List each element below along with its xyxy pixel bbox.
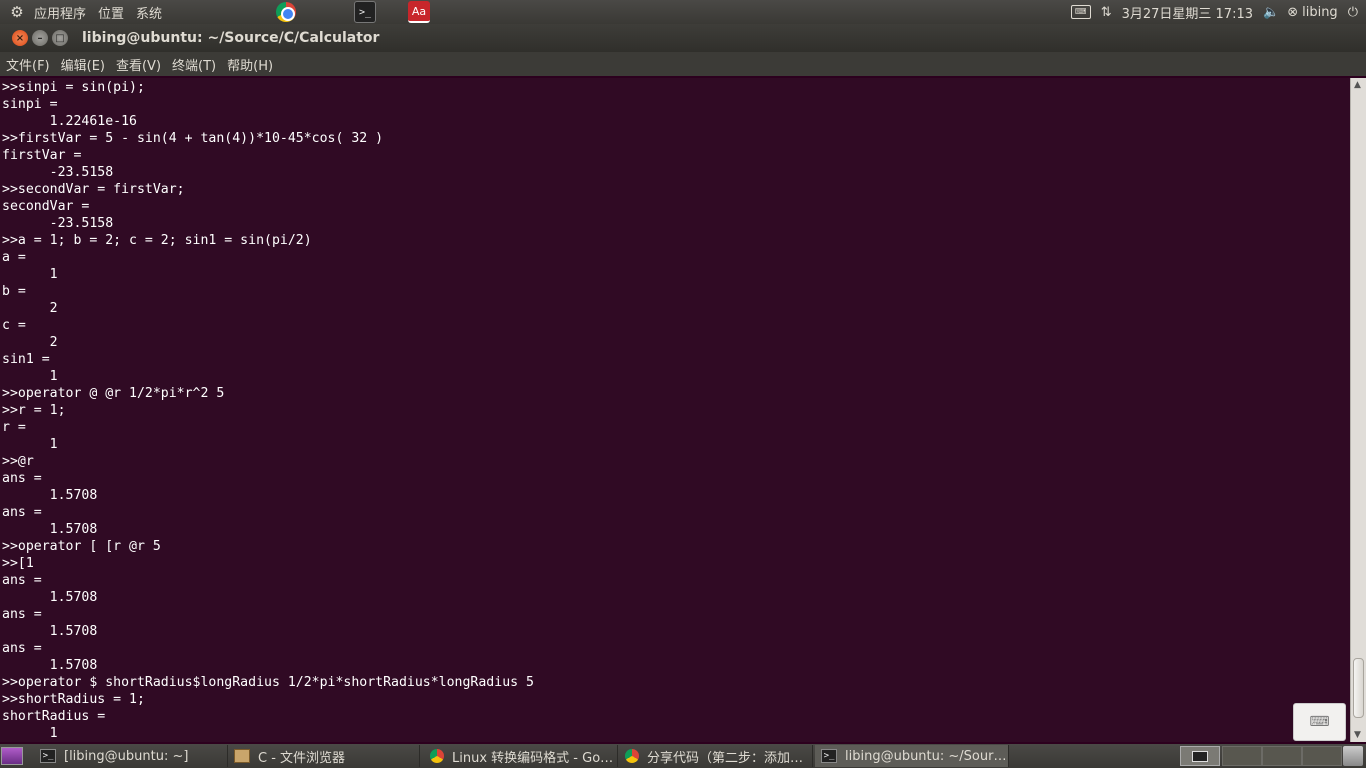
power-icon[interactable]: ⏻ bbox=[1348, 5, 1358, 20]
terminal-line: >>a = 1; b = 2; c = 2; sin1 = sin(pi/2) bbox=[2, 233, 312, 248]
network-icon[interactable]: ⇅ bbox=[1101, 5, 1112, 20]
taskbar-item-label: Linux 转换编码格式 - Go… bbox=[452, 750, 614, 766]
terminal-line: ans = bbox=[2, 471, 42, 486]
trash-icon[interactable] bbox=[1343, 746, 1363, 766]
menu-applications[interactable]: 应用程序 bbox=[28, 3, 92, 22]
terminal-line: firstVar = bbox=[2, 148, 82, 163]
menu-view[interactable]: 查看(V) bbox=[111, 55, 166, 74]
menu-file[interactable]: 文件(F) bbox=[1, 55, 55, 74]
terminal-line: >>@r bbox=[2, 454, 34, 469]
terminal-line: >>[1 bbox=[2, 556, 34, 571]
terminal-line: a = bbox=[2, 250, 26, 265]
terminal-line: ans = bbox=[2, 573, 42, 588]
workspace-slot[interactable] bbox=[1222, 746, 1262, 766]
terminal-line: ans = bbox=[2, 505, 42, 520]
taskbar-item-label: libing@ubuntu: ~/Sour… bbox=[845, 748, 1007, 764]
bottom-panel: >_ [libing@ubuntu: ~] C - 文件浏览器 Linux 转换编码格… bbox=[0, 744, 1366, 768]
terminal-line: b = bbox=[2, 284, 26, 299]
terminal-line: 2 bbox=[2, 335, 58, 350]
terminal-scrollbar[interactable]: ▲ ▼ bbox=[1350, 78, 1366, 742]
close-window-button[interactable]: × bbox=[12, 30, 28, 46]
menu-system[interactable]: 系统 bbox=[130, 3, 168, 22]
ubuntu-logo-icon[interactable]: ⚙ bbox=[6, 1, 28, 23]
chrome-launcher-icon[interactable] bbox=[275, 1, 297, 23]
workspace-switcher[interactable] bbox=[1180, 746, 1220, 766]
volume-icon[interactable]: 🔈 bbox=[1263, 5, 1279, 20]
terminal-line: >>r = 1; bbox=[2, 403, 66, 418]
minimize-window-button[interactable]: – bbox=[32, 30, 48, 46]
terminal-line: 1.5708 bbox=[2, 522, 98, 537]
terminal-line: 1 bbox=[2, 267, 58, 282]
scroll-up-arrow-icon[interactable]: ▲ bbox=[1354, 80, 1361, 90]
terminal-line: 1.5708 bbox=[2, 624, 98, 639]
terminal-line: ans = bbox=[2, 641, 42, 656]
top-panel: ⚙ 应用程序 位置 系统 >_ Aa ⌨ ⇅ 3月27日星期三 17:13 🔈 … bbox=[0, 0, 1366, 24]
menu-edit[interactable]: 编辑(E) bbox=[56, 55, 110, 74]
dictionary-launcher-icon[interactable]: Aa bbox=[408, 1, 430, 23]
terminal-line: r = bbox=[2, 420, 26, 435]
terminal-line: >>shortRadius = 1; bbox=[2, 692, 145, 707]
terminal-line: -23.5158 bbox=[2, 216, 114, 231]
terminal-line: >>secondVar = firstVar; bbox=[2, 182, 185, 197]
terminal-line: >>firstVar = 5 - sin(4 + tan(4))*10-45*c… bbox=[2, 131, 384, 146]
menu-help[interactable]: 帮助(H) bbox=[222, 55, 278, 74]
onscreen-keyboard-icon[interactable]: ⌨ bbox=[1293, 703, 1346, 741]
clock[interactable]: 3月27日星期三 17:13 bbox=[1122, 3, 1253, 22]
keyboard-indicator-icon[interactable]: ⌨ bbox=[1070, 5, 1091, 19]
chrome-icon bbox=[430, 749, 444, 763]
terminal-line: 1.22461e-16 bbox=[2, 114, 137, 129]
taskbar-item-label: [libing@ubuntu: ~] bbox=[64, 748, 189, 764]
terminal-line: >>operator @ @r 1/2*pi*r^2 5 bbox=[2, 386, 225, 401]
terminal-line: 2 bbox=[2, 301, 58, 316]
taskbar-item[interactable]: C - 文件浏览器 bbox=[228, 745, 420, 767]
taskbar-item-label: C - 文件浏览器 bbox=[258, 750, 346, 766]
terminal-line: >>sinpi = sin(pi); bbox=[2, 80, 145, 95]
terminal-line: -23.5158 bbox=[2, 165, 114, 180]
terminal-output[interactable]: >>sinpi = sin(pi); sinpi = 1.22461e-16 >>f… bbox=[0, 78, 1350, 742]
terminal-line: 1 bbox=[2, 437, 58, 452]
terminal-line: sin1 = bbox=[2, 352, 50, 367]
window-title: libing@ubuntu: ~/Source/C/Calculator bbox=[82, 30, 380, 46]
terminal-line: shortRadius = bbox=[2, 709, 106, 724]
maximize-window-button[interactable]: □ bbox=[52, 30, 68, 46]
terminal-line: 1.5708 bbox=[2, 658, 98, 673]
terminal-menubar: 文件(F) 编辑(E) 查看(V) 终端(T) 帮助(H) bbox=[0, 52, 1366, 76]
scrollbar-thumb[interactable] bbox=[1353, 658, 1364, 718]
terminal-line: 1.5708 bbox=[2, 590, 98, 605]
terminal-line: >>operator [ [r @r 5 bbox=[2, 539, 161, 554]
window-titlebar[interactable]: × – □ libing@ubuntu: ~/Source/C/Calculat… bbox=[0, 24, 1366, 52]
terminal-icon: >_ bbox=[40, 749, 56, 763]
taskbar-item[interactable]: >_ libing@ubuntu: ~/Sour… bbox=[815, 745, 1009, 767]
show-desktop-button[interactable] bbox=[1, 747, 23, 765]
workspace-slot[interactable] bbox=[1302, 746, 1342, 766]
terminal-line: c = bbox=[2, 318, 26, 333]
taskbar-item[interactable]: Linux 转换编码格式 - Go… bbox=[424, 745, 618, 767]
workspace-window-icon bbox=[1192, 750, 1208, 762]
terminal-line: sinpi = bbox=[2, 97, 58, 112]
terminal-line: 1 bbox=[2, 369, 58, 384]
taskbar-item-label: 分享代码（第二步：添加… bbox=[647, 750, 804, 766]
terminal-icon: >_ bbox=[821, 749, 837, 763]
user-name[interactable]: libing bbox=[1302, 5, 1338, 20]
terminal-line: >>operator $ shortRadius$longRadius 1/2*… bbox=[2, 675, 534, 690]
taskbar-item[interactable]: >_ [libing@ubuntu: ~] bbox=[34, 745, 228, 767]
file-manager-icon bbox=[234, 749, 250, 763]
scroll-down-arrow-icon[interactable]: ▼ bbox=[1354, 730, 1361, 740]
chrome-icon bbox=[625, 749, 639, 763]
workspace-slot[interactable] bbox=[1262, 746, 1302, 766]
taskbar-item[interactable]: 分享代码（第二步：添加… bbox=[619, 745, 813, 767]
terminal-line: 1.5708 bbox=[2, 488, 98, 503]
terminal-line: ans = bbox=[2, 607, 42, 622]
menu-terminal[interactable]: 终端(T) bbox=[167, 55, 221, 74]
user-status-icon[interactable]: ⊗ bbox=[1287, 5, 1298, 20]
terminal-line: 1 bbox=[2, 726, 58, 741]
terminal-launcher-icon[interactable]: >_ bbox=[354, 1, 376, 23]
terminal-line: secondVar = bbox=[2, 199, 90, 214]
menu-places[interactable]: 位置 bbox=[92, 3, 130, 22]
